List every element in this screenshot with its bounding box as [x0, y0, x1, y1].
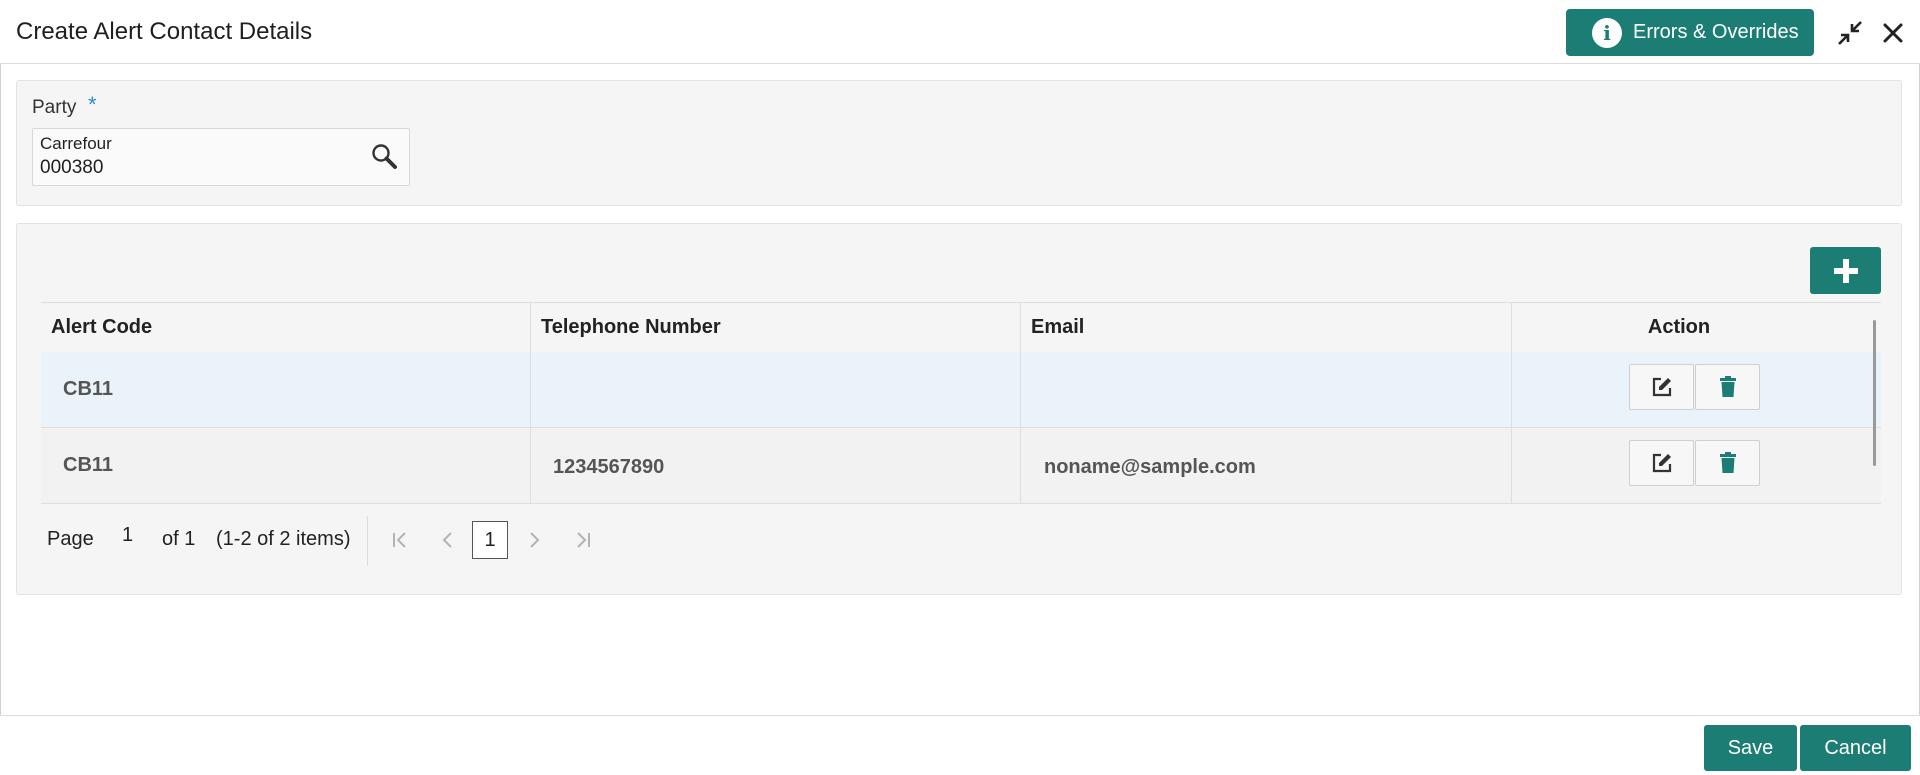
page-number-input[interactable]: 1: [122, 524, 133, 547]
close-icon[interactable]: [1880, 20, 1906, 46]
column-divider: [1020, 302, 1021, 503]
page-title: Create Alert Contact Details: [16, 18, 313, 45]
edit-icon: [1652, 453, 1671, 473]
page-label: Page: [47, 528, 94, 550]
party-id: 000380: [40, 157, 104, 178]
column-divider: [1511, 302, 1512, 503]
pagination-divider: [367, 516, 368, 566]
errors-overrides-button[interactable]: i Errors & Overrides: [1566, 9, 1814, 56]
table-header: Alert Code Telephone Number Email Action: [41, 302, 1881, 353]
info-icon: i: [1592, 17, 1622, 48]
alert-code-cell: CB11: [63, 454, 114, 476]
first-page-icon[interactable]: [388, 528, 412, 552]
trash-icon: [1719, 376, 1736, 397]
next-page-icon[interactable]: [522, 528, 546, 552]
add-row-button[interactable]: [1810, 247, 1881, 294]
telephone-cell: 1234567890: [553, 456, 665, 478]
column-header-action: Action: [1647, 316, 1711, 338]
modal-footer: [0, 715, 1920, 775]
edit-button[interactable]: [1629, 364, 1694, 410]
current-page-button[interactable]: 1: [472, 521, 508, 559]
party-name: Carrefour: [40, 134, 112, 153]
column-header-email[interactable]: Email: [1021, 303, 1511, 352]
email-cell: noname@sample.com: [1044, 456, 1256, 478]
table-row[interactable]: CB11 1234567890 noname@sample.com: [41, 428, 1881, 504]
save-button[interactable]: Save: [1704, 725, 1797, 771]
previous-page-icon[interactable]: [436, 528, 460, 552]
plus-icon: [1833, 258, 1858, 283]
edit-button[interactable]: [1629, 440, 1694, 486]
column-divider: [530, 302, 531, 503]
search-icon[interactable]: [370, 142, 398, 170]
minimize-icon[interactable]: [1836, 19, 1864, 47]
trash-icon: [1719, 452, 1736, 473]
column-header-alert-code[interactable]: Alert Code: [41, 303, 531, 352]
party-label: Party: [32, 97, 77, 118]
required-marker: *: [88, 92, 97, 117]
column-header-telephone[interactable]: Telephone Number: [531, 303, 1021, 352]
item-count-label: (1-2 of 2 items): [216, 528, 351, 550]
delete-button[interactable]: [1695, 364, 1760, 410]
last-page-icon[interactable]: [571, 528, 595, 552]
edit-icon: [1652, 377, 1671, 397]
page-of-label: of 1: [162, 528, 196, 550]
table-row[interactable]: CB11: [41, 352, 1881, 428]
info-glyph: i: [1603, 20, 1611, 45]
cancel-button[interactable]: Cancel: [1800, 725, 1911, 771]
alert-code-cell: CB11: [63, 378, 114, 400]
errors-overrides-label: Errors & Overrides: [1633, 21, 1799, 43]
table-scrollbar[interactable]: [1873, 320, 1876, 466]
delete-button[interactable]: [1695, 440, 1760, 486]
